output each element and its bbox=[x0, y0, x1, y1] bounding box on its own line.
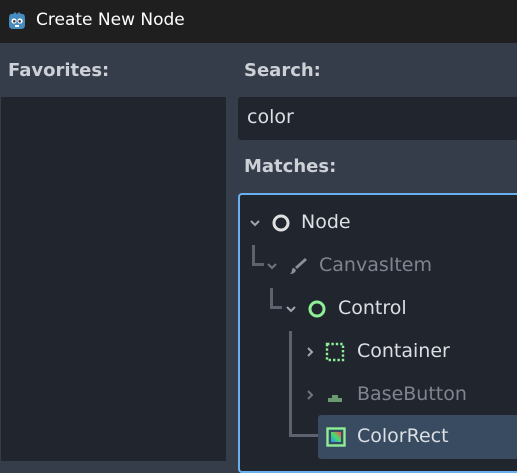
tree-guide-line bbox=[289, 434, 319, 437]
node-circle-icon bbox=[272, 214, 290, 232]
tree-item-control[interactable]: Control bbox=[240, 289, 517, 329]
chevron-right-icon[interactable] bbox=[304, 346, 316, 358]
brush-icon bbox=[290, 258, 307, 274]
favorites-label: Favorites: bbox=[8, 60, 110, 81]
chevron-down-icon[interactable] bbox=[285, 303, 297, 315]
color-rect-icon bbox=[326, 427, 346, 447]
chevron-down-icon[interactable] bbox=[249, 217, 261, 229]
favorites-panel[interactable] bbox=[1, 97, 226, 461]
chevron-down-icon[interactable] bbox=[266, 260, 278, 272]
search-label: Search: bbox=[244, 60, 321, 81]
tree-item-canvasitem[interactable]: CanvasItem bbox=[240, 246, 517, 286]
tree-item-label: BaseButton bbox=[357, 383, 467, 405]
control-circle-icon bbox=[308, 300, 326, 318]
search-input[interactable]: color bbox=[238, 97, 517, 140]
matches-tree[interactable]: Node CanvasItem Control Container BaseBu… bbox=[238, 193, 517, 473]
tree-item-label: CanvasItem bbox=[319, 254, 432, 276]
tree-item-label: Control bbox=[338, 297, 407, 319]
tree-item-colorrect[interactable]: ColorRect bbox=[318, 415, 517, 459]
tree-item-label: ColorRect bbox=[357, 425, 449, 447]
container-icon bbox=[325, 342, 345, 362]
chevron-right-icon[interactable] bbox=[304, 389, 316, 401]
search-input-value: color bbox=[247, 106, 294, 128]
tree-item-basebutton[interactable]: BaseButton bbox=[240, 375, 517, 415]
tree-item-node[interactable]: Node bbox=[240, 203, 517, 243]
godot-logo-icon bbox=[9, 12, 25, 29]
tree-item-label: Node bbox=[301, 211, 351, 233]
tree-item-container[interactable]: Container bbox=[240, 332, 517, 372]
title-bar: Create New Node bbox=[0, 0, 517, 43]
matches-label: Matches: bbox=[244, 156, 337, 177]
tree-item-label: Container bbox=[357, 340, 450, 362]
window-title: Create New Node bbox=[36, 10, 185, 30]
button-icon bbox=[328, 395, 342, 402]
